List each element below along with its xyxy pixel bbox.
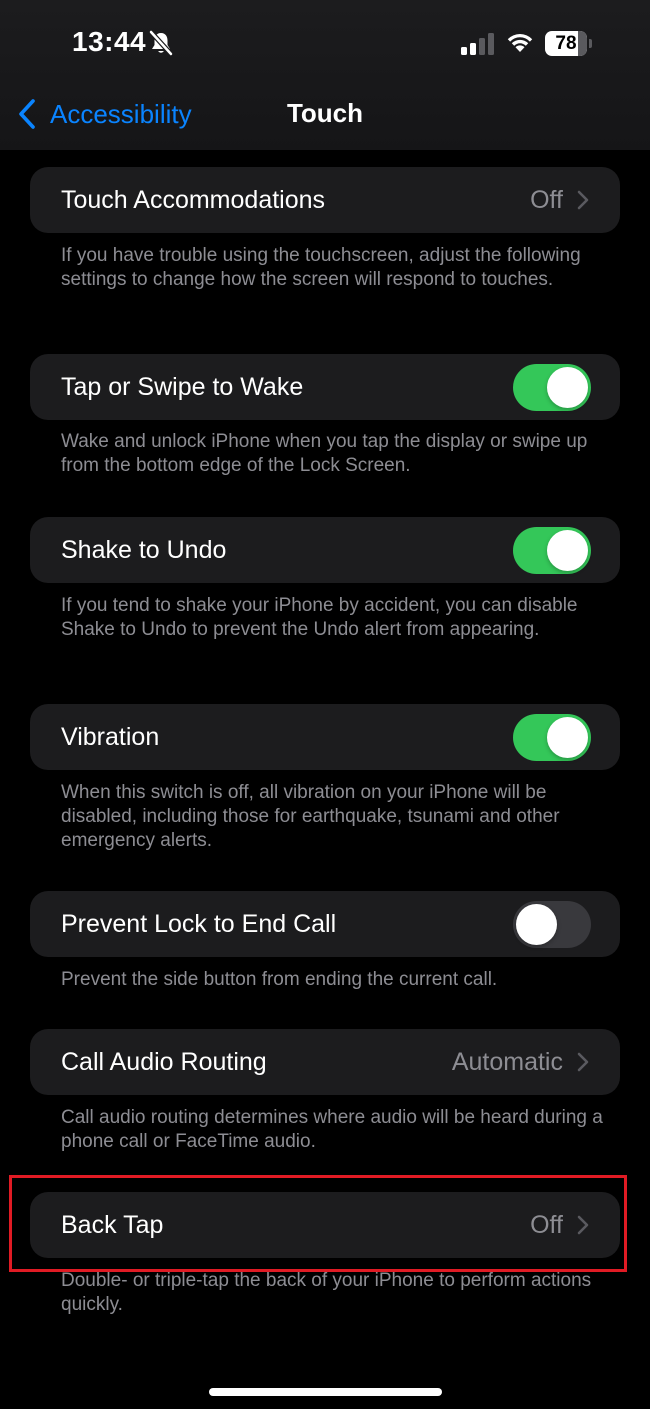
vibration-toggle[interactable] bbox=[513, 713, 591, 761]
prevent-lock-footer: Prevent the side button from ending the … bbox=[61, 969, 498, 990]
vibration-footer: When this switch is off, all vibration o… bbox=[61, 782, 560, 851]
touch-accommodations-row[interactable]: Touch Accommodations Off bbox=[30, 167, 620, 233]
call-audio-routing-footer: Call audio routing determines where audi… bbox=[61, 1107, 603, 1152]
row-label: Call Audio Routing bbox=[61, 1047, 267, 1076]
row-label: Back Tap bbox=[61, 1210, 164, 1239]
shake-to-undo-toggle[interactable] bbox=[513, 526, 591, 574]
wifi-icon bbox=[507, 34, 533, 52]
signal-icon bbox=[461, 33, 494, 55]
prevent-lock-row: Prevent Lock to End Call bbox=[30, 891, 620, 957]
shake-to-undo-footer: If you tend to shake your iPhone by acci… bbox=[61, 595, 578, 640]
row-value: Automatic bbox=[451, 1047, 563, 1076]
vibration-row: Vibration bbox=[30, 704, 620, 770]
tap-to-wake-toggle[interactable] bbox=[513, 363, 591, 411]
tap-to-wake-footer: Wake and unlock iPhone when you tap the … bbox=[61, 431, 588, 476]
shake-to-undo-row: Shake to Undo bbox=[30, 517, 620, 583]
call-audio-routing-row[interactable]: Call Audio Routing Automatic bbox=[30, 1029, 620, 1095]
navigation-header: 13:44 78 Accessibility Touch bbox=[0, 0, 650, 150]
back-tap-row[interactable]: Back Tap Off bbox=[30, 1192, 620, 1258]
touch-accommodations-footer: If you have trouble using the touchscree… bbox=[61, 245, 581, 290]
row-label: Tap or Swipe to Wake bbox=[61, 372, 304, 401]
chevron-right-icon bbox=[577, 190, 589, 210]
row-label: Prevent Lock to End Call bbox=[61, 909, 337, 938]
home-indicator[interactable] bbox=[209, 1388, 442, 1396]
row-label: Shake to Undo bbox=[61, 535, 227, 564]
screen: 13:44 78 Accessibility Touch Touch Accom… bbox=[0, 0, 650, 1409]
row-label: Touch Accommodations bbox=[61, 185, 326, 214]
chevron-right-icon bbox=[577, 1052, 589, 1072]
bell-off-icon bbox=[149, 30, 173, 56]
chevron-right-icon bbox=[577, 1215, 589, 1235]
tap-to-wake-row: Tap or Swipe to Wake bbox=[30, 354, 620, 420]
page-title: Touch bbox=[286, 98, 364, 128]
back-tap-footer: Double- or triple-tap the back of your i… bbox=[61, 1270, 592, 1315]
status-time: 13:44 bbox=[72, 26, 147, 57]
row-value: Off bbox=[530, 185, 563, 214]
row-label: Vibration bbox=[61, 722, 160, 751]
row-value: Off bbox=[530, 1210, 563, 1239]
battery-icon: 78 bbox=[545, 31, 593, 57]
prevent-lock-toggle[interactable] bbox=[513, 900, 591, 948]
battery-percent: 78 bbox=[555, 33, 577, 54]
